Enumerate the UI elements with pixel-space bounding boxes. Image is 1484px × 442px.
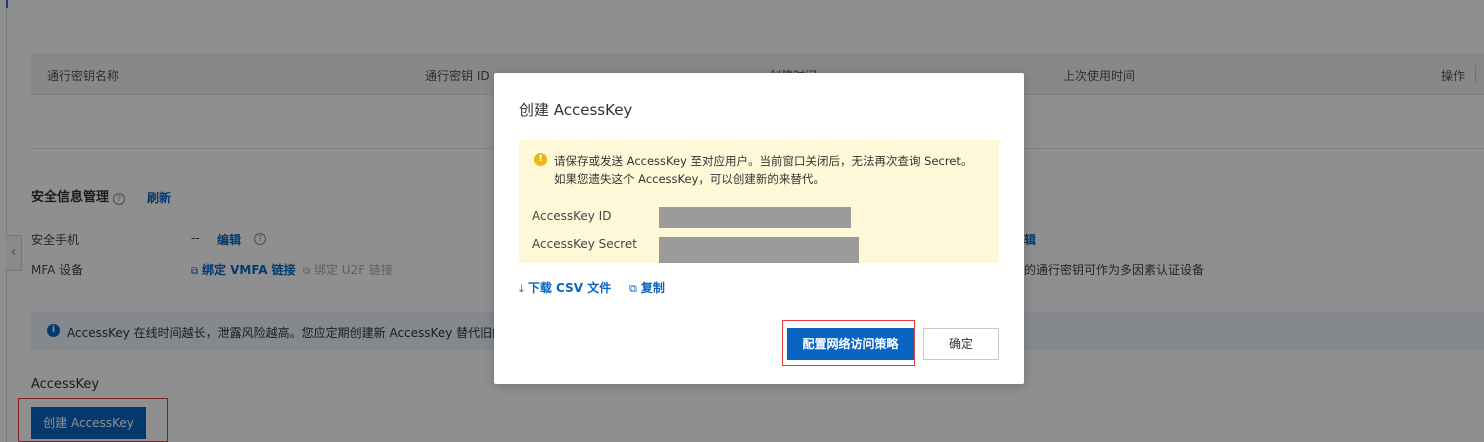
confirm-button[interactable]: 确定 bbox=[923, 328, 999, 360]
dialog-actions-links: ⤓ 下载 CSV 文件 ⧉ 复制 bbox=[519, 279, 679, 296]
accesskey-id-value-redacted bbox=[659, 207, 851, 228]
accesskey-id-label: AccessKey ID bbox=[532, 209, 612, 223]
warning-text-line-1: 请保存或发送 AccessKey 至对应用户。当前窗口关闭后，无法再次查询 Se… bbox=[554, 154, 973, 168]
highlight-box bbox=[782, 320, 915, 366]
warning-box: ! 请保存或发送 AccessKey 至对应用户。当前窗口关闭后，无法再次查询 … bbox=[519, 140, 999, 263]
copy-label: 复制 bbox=[640, 281, 665, 295]
download-icon: ⤓ bbox=[519, 282, 524, 295]
accesskey-secret-value-redacted bbox=[659, 237, 859, 263]
download-csv-label: 下载 CSV 文件 bbox=[527, 281, 612, 295]
warning-icon: ! bbox=[534, 153, 547, 166]
copy-link[interactable]: ⧉ 复制 bbox=[629, 281, 679, 295]
warning-text-line-2: 如果您遗失这个 AccessKey，可以创建新的来替代。 bbox=[554, 172, 825, 186]
dialog-title: 创建 AccessKey bbox=[519, 101, 633, 119]
copy-icon: ⧉ bbox=[629, 282, 637, 295]
download-csv-link[interactable]: ⤓ 下载 CSV 文件 bbox=[519, 281, 629, 295]
create-accesskey-dialog: 创建 AccessKey ! 请保存或发送 AccessKey 至对应用户。当前… bbox=[494, 73, 1024, 384]
accesskey-secret-label: AccessKey Secret bbox=[532, 237, 638, 251]
